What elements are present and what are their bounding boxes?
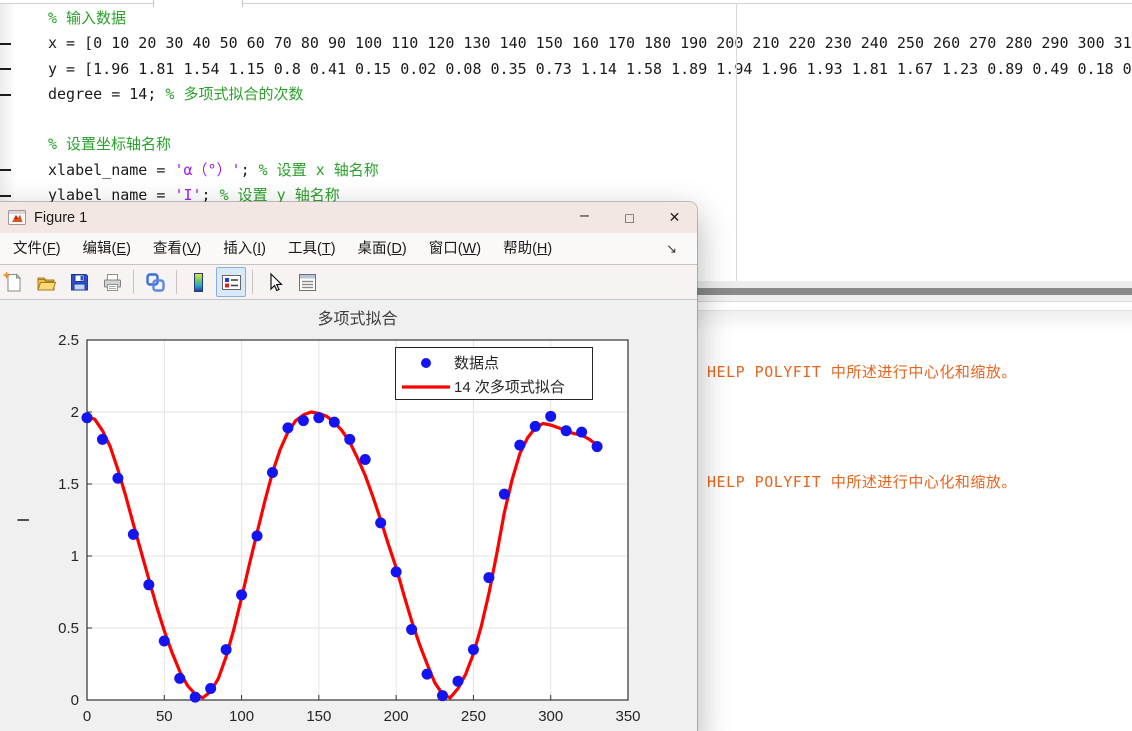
svg-text:200: 200 — [384, 708, 409, 725]
figure-canvas[interactable]: 0 50 100 150 200 250 300 350 0 0.5 1 1.5 2 2.5 多项式拟合 I 数… — [0, 300, 697, 731]
legend-label-data-points: 数据点 — [454, 355, 499, 372]
plot-legend[interactable]: 数据点 14 次多项式拟合 — [396, 348, 593, 400]
figure-toolbar — [0, 265, 697, 300]
menu-item-v[interactable]: 查看(V) — [142, 234, 212, 264]
menu-item-t[interactable]: 工具(T) — [277, 234, 347, 264]
new-figure-icon — [2, 271, 25, 294]
code-line[interactable]: xlabel_name = 'α（°）'; % 设置 x 轴名称 — [48, 158, 1132, 183]
svg-text:0: 0 — [71, 692, 79, 709]
menu-item-w[interactable]: 窗口(W) — [418, 234, 492, 264]
open-file-icon — [35, 271, 58, 294]
figure-menubar: 文件(F)编辑(E)查看(V)插入(I)工具(T)桌面(D)窗口(W)帮助(H)… — [0, 233, 697, 265]
breakpoint-dash[interactable] — [0, 43, 11, 45]
svg-text:1: 1 — [71, 548, 79, 565]
code-line[interactable]: y = [1.96 1.81 1.54 1.15 0.8 0.41 0.15 0… — [48, 57, 1132, 82]
svg-text:2.5: 2.5 — [58, 332, 79, 349]
save-figure-icon — [68, 271, 91, 294]
svg-text:50: 50 — [156, 708, 173, 725]
close-button[interactable]: ✕ — [652, 202, 697, 233]
code-line[interactable]: % 设置坐标轴名称 — [48, 132, 1132, 157]
print-figure-button[interactable] — [97, 267, 127, 297]
editor-column-guide — [736, 4, 737, 281]
svg-text:2: 2 — [71, 404, 79, 421]
svg-text:1.5: 1.5 — [58, 476, 79, 493]
window-title: Figure 1 — [34, 210, 87, 226]
link-plot-icon — [144, 271, 167, 294]
svg-text:0.5: 0.5 — [58, 620, 79, 637]
code-line[interactable] — [48, 107, 1132, 132]
minimize-button[interactable]: – — [562, 202, 607, 233]
link-plot-button[interactable] — [140, 267, 170, 297]
svg-text:100: 100 — [229, 708, 254, 725]
new-figure-button[interactable] — [0, 267, 28, 297]
matlab-figure-icon — [8, 210, 26, 225]
legend-dot-marker — [421, 358, 431, 368]
breakpoint-dash[interactable] — [0, 94, 11, 96]
figure-titlebar[interactable]: Figure 1 – □ ✕ — [0, 202, 697, 233]
svg-text:300: 300 — [538, 708, 563, 725]
y-axis-tick-labels: 0 0.5 1 1.5 2 2.5 — [58, 332, 79, 709]
matlab-desktop: % 输入数据x = [0 10 20 30 40 50 60 70 80 90 … — [0, 0, 1132, 731]
insert-colorbar-button[interactable] — [183, 267, 213, 297]
insert-colorbar-icon — [187, 271, 210, 294]
maximize-button[interactable]: □ — [607, 202, 652, 233]
toolbar-separator — [252, 270, 253, 294]
save-figure-button[interactable] — [64, 267, 94, 297]
property-inspector-icon — [296, 271, 319, 294]
svg-text:250: 250 — [461, 708, 486, 725]
property-inspector-button[interactable] — [292, 267, 322, 297]
polynomial-fit-plot: 0 50 100 150 200 250 300 350 0 0.5 1 1.5 2 2.5 多项式拟合 I 数… — [0, 300, 697, 731]
code-line[interactable]: degree = 14; % 多项式拟合的次数 — [48, 82, 1132, 107]
open-file-button[interactable] — [31, 267, 61, 297]
plot-ylabel: I — [14, 518, 33, 523]
breakpoint-dash[interactable] — [0, 68, 11, 70]
breakpoint-dash[interactable] — [0, 195, 11, 197]
svg-text:150: 150 — [306, 708, 331, 725]
polyfit-warning-line-2: 照 HELP POLYFIT 中所述进行中心化和缩放。 — [682, 471, 1017, 492]
figure-window: Figure 1 – □ ✕ 文件(F)编辑(E)查看(V)插入(I)工具(T)… — [0, 202, 697, 731]
toolbar-separator — [176, 270, 177, 294]
plot-title: 多项式拟合 — [317, 310, 397, 328]
dock-figure-arrow-icon[interactable]: ↘ — [666, 241, 689, 257]
print-figure-icon — [101, 271, 124, 294]
menu-item-d[interactable]: 桌面(D) — [347, 234, 418, 264]
legend-label-fit: 14 次多项式拟合 — [454, 379, 565, 396]
x-axis-tick-labels: 0 50 100 150 200 250 300 350 — [83, 708, 641, 725]
toolbar-separator — [133, 270, 134, 294]
polyfit-warning-line-1: 照 HELP POLYFIT 中所述进行中心化和缩放。 — [682, 361, 1017, 382]
insert-legend-button[interactable] — [216, 267, 246, 297]
code-line[interactable]: x = [0 10 20 30 40 50 60 70 80 90 100 11… — [48, 31, 1132, 56]
edit-plot-button[interactable] — [259, 267, 289, 297]
breakpoint-dash[interactable] — [0, 169, 11, 171]
insert-legend-icon — [220, 271, 243, 294]
menu-item-h[interactable]: 帮助(H) — [492, 234, 563, 264]
svg-text:0: 0 — [83, 708, 91, 725]
menu-item-i[interactable]: 插入(I) — [212, 234, 277, 264]
menu-item-f[interactable]: 文件(F) — [2, 234, 72, 264]
code-area[interactable]: % 输入数据x = [0 10 20 30 40 50 60 70 80 90 … — [48, 6, 1132, 208]
edit-plot-icon — [263, 271, 286, 294]
menu-item-e[interactable]: 编辑(E) — [72, 234, 142, 264]
code-line[interactable]: % 输入数据 — [48, 6, 1132, 31]
svg-text:350: 350 — [615, 708, 640, 725]
